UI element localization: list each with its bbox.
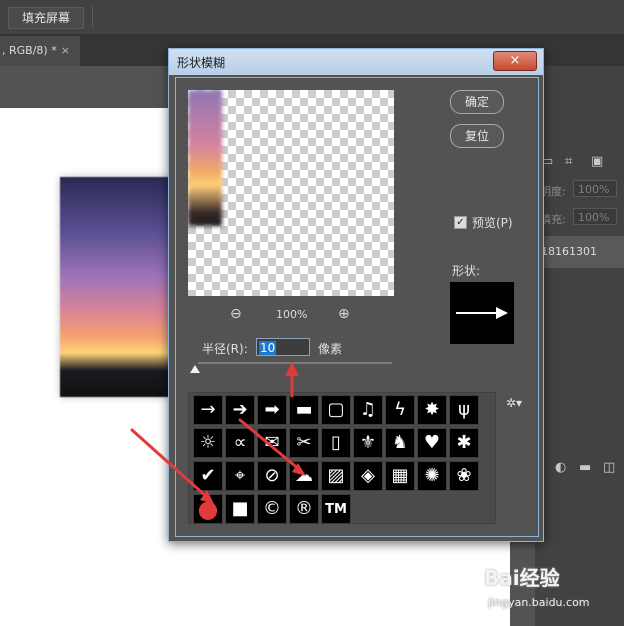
baidu-watermark: Bai经验 jingyan.baidu.com [484, 562, 624, 622]
watermark-main: Bai经验 [484, 566, 560, 590]
annotation-arrow-speech [238, 418, 302, 472]
annotation-arrow-circle [130, 428, 210, 500]
watermark-sub: jingyan.baidu.com [488, 596, 590, 609]
annotation-arrows [130, 362, 306, 504]
